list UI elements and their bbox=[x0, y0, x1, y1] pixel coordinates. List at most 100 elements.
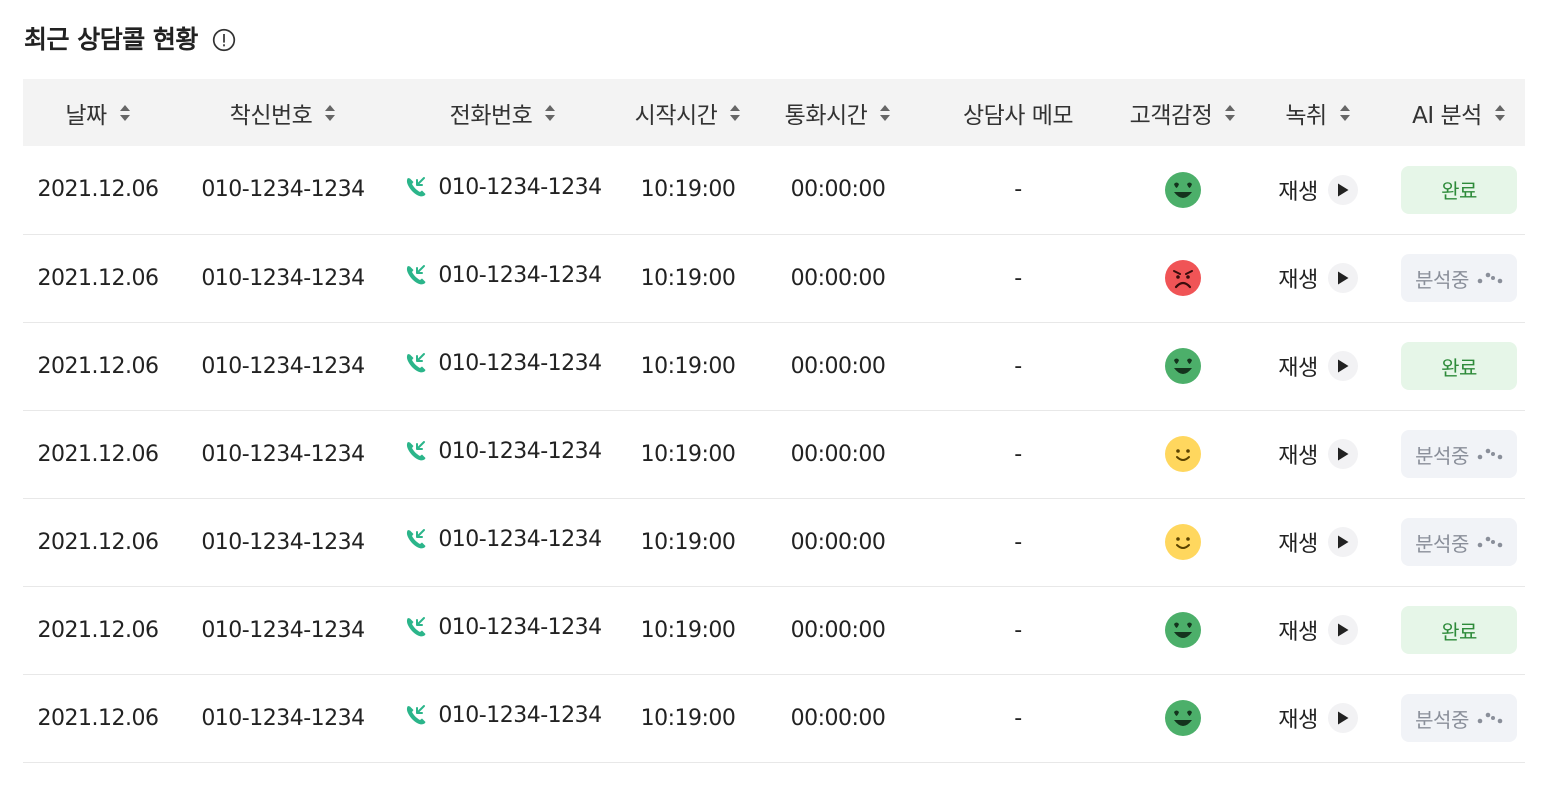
status-badge-analyzing[interactable]: 분석중 bbox=[1401, 694, 1517, 742]
cell-callee: 010-1234-1234 bbox=[173, 234, 393, 322]
cell-ai-analysis: 분석중 bbox=[1393, 410, 1525, 498]
cell-date: 2021.12.06 bbox=[23, 234, 173, 322]
cell-duration: 00:00:00 bbox=[763, 498, 913, 586]
cell-callee: 010-1234-1234 bbox=[173, 586, 393, 674]
neutral-face-icon bbox=[1165, 524, 1201, 560]
cell-emotion bbox=[1123, 586, 1243, 674]
cell-recording: 재생 bbox=[1243, 498, 1393, 586]
play-recording-button[interactable]: 재생 bbox=[1278, 614, 1358, 646]
column-header-label: 통화시간 bbox=[784, 102, 868, 129]
cell-start-time: 10:19:00 bbox=[613, 322, 763, 410]
loading-dots-icon bbox=[1477, 447, 1503, 461]
status-label: 분석중 bbox=[1415, 267, 1469, 292]
table-row[interactable]: 2021.12.06 010-1234-1234 010-1234-1234 10:1… bbox=[23, 234, 1525, 322]
play-recording-button[interactable]: 재생 bbox=[1278, 438, 1358, 470]
play-label: 재생 bbox=[1278, 620, 1318, 645]
phone-number: 010-1234-1234 bbox=[438, 702, 602, 728]
cell-ai-analysis: 분석중 bbox=[1393, 674, 1525, 762]
table-row[interactable]: 2021.12.06 010-1234-1234 010-1234-1234 10:1… bbox=[23, 146, 1525, 234]
cell-callee: 010-1234-1234 bbox=[173, 410, 393, 498]
cell-ai-analysis: 완료 bbox=[1393, 322, 1525, 410]
status-badge-analyzing[interactable]: 분석중 bbox=[1401, 518, 1517, 566]
cell-start-time: 10:19:00 bbox=[613, 410, 763, 498]
cell-callee: 010-1234-1234 bbox=[173, 498, 393, 586]
incoming-call-icon bbox=[404, 703, 428, 727]
cell-phone: 010-1234-1234 bbox=[393, 322, 613, 410]
table-row[interactable]: 2021.12.06 010-1234-1234 010-1234-1234 10:1… bbox=[23, 586, 1525, 674]
play-label: 재생 bbox=[1278, 268, 1318, 293]
start-time-text: 10:19:00 bbox=[640, 441, 736, 467]
callee-number: 010-1234-1234 bbox=[201, 441, 365, 467]
play-recording-button[interactable]: 재생 bbox=[1278, 262, 1358, 294]
play-icon[interactable] bbox=[1327, 263, 1358, 293]
column-header-start[interactable]: 시작시간 bbox=[613, 79, 763, 146]
angry-face-icon bbox=[1165, 260, 1201, 296]
sort-icon[interactable] bbox=[1494, 104, 1506, 122]
table-row[interactable]: 2021.12.06 010-1234-1234 010-1234-1234 10:1… bbox=[23, 498, 1525, 586]
callee-number: 010-1234-1234 bbox=[201, 705, 365, 731]
column-header-duration[interactable]: 통화시간 bbox=[763, 79, 913, 146]
play-icon[interactable] bbox=[1327, 351, 1358, 381]
column-header-ai-analysis[interactable]: AI 분석 bbox=[1393, 79, 1525, 146]
status-badge-analyzing[interactable]: 분석중 bbox=[1401, 430, 1517, 478]
play-label: 재생 bbox=[1278, 532, 1318, 557]
sort-icon[interactable] bbox=[729, 104, 741, 122]
cell-phone: 010-1234-1234 bbox=[393, 234, 613, 322]
incoming-call-icon bbox=[404, 175, 428, 199]
cell-recording: 재생 bbox=[1243, 674, 1393, 762]
table-row[interactable]: 2021.12.06 010-1234-1234 010-1234-1234 10:1… bbox=[23, 410, 1525, 498]
status-badge-done[interactable]: 완료 bbox=[1401, 606, 1517, 654]
column-header-label: 전화번호 bbox=[449, 102, 533, 129]
duration-text: 00:00:00 bbox=[790, 441, 886, 467]
sort-icon[interactable] bbox=[879, 104, 891, 122]
date-text: 2021.12.06 bbox=[37, 177, 159, 203]
start-time-text: 10:19:00 bbox=[640, 705, 736, 731]
play-icon[interactable] bbox=[1327, 703, 1358, 733]
cell-phone: 010-1234-1234 bbox=[393, 674, 613, 762]
play-recording-button[interactable]: 재생 bbox=[1278, 526, 1358, 558]
sort-icon[interactable] bbox=[324, 104, 336, 122]
status-badge-analyzing[interactable]: 분석중 bbox=[1401, 254, 1517, 302]
memo-text: - bbox=[1014, 529, 1022, 555]
play-icon[interactable] bbox=[1327, 439, 1358, 469]
table-row[interactable]: 2021.12.06 010-1234-1234 010-1234-1234 10:1… bbox=[23, 322, 1525, 410]
status-badge-done[interactable]: 완료 bbox=[1401, 342, 1517, 390]
cell-memo: - bbox=[913, 498, 1123, 586]
cell-recording: 재생 bbox=[1243, 322, 1393, 410]
sort-icon[interactable] bbox=[1224, 104, 1236, 122]
date-text: 2021.12.06 bbox=[37, 529, 159, 555]
play-icon[interactable] bbox=[1327, 615, 1358, 645]
happy-face-icon bbox=[1165, 171, 1201, 208]
column-header-label: 녹취 bbox=[1285, 102, 1327, 129]
info-circle-icon[interactable] bbox=[212, 26, 236, 52]
play-recording-button[interactable]: 재생 bbox=[1278, 350, 1358, 382]
cell-memo: - bbox=[913, 410, 1123, 498]
cell-duration: 00:00:00 bbox=[763, 674, 913, 762]
sort-icon[interactable] bbox=[544, 104, 556, 122]
column-header-emotion[interactable]: 고객감정 bbox=[1123, 79, 1243, 146]
column-header-recording[interactable]: 녹취 bbox=[1243, 79, 1393, 146]
column-header-phone[interactable]: 전화번호 bbox=[393, 79, 613, 146]
cell-recording: 재생 bbox=[1243, 234, 1393, 322]
play-recording-button[interactable]: 재생 bbox=[1278, 702, 1358, 734]
sort-icon[interactable] bbox=[1339, 104, 1351, 122]
play-icon[interactable] bbox=[1327, 527, 1358, 557]
column-header-label: 시작시간 bbox=[634, 102, 718, 129]
table-row[interactable]: 2021.12.06 010-1234-1234 010-1234-1234 10:1… bbox=[23, 674, 1525, 762]
start-time-text: 10:19:00 bbox=[640, 617, 736, 643]
memo-text: - bbox=[1014, 705, 1022, 731]
cell-start-time: 10:19:00 bbox=[613, 498, 763, 586]
play-recording-button[interactable]: 재생 bbox=[1278, 174, 1358, 206]
status-badge-done[interactable]: 완료 bbox=[1401, 165, 1517, 214]
play-icon[interactable] bbox=[1327, 174, 1358, 205]
start-time-text: 10:19:00 bbox=[640, 529, 736, 555]
callee-number: 010-1234-1234 bbox=[201, 353, 365, 379]
date-text: 2021.12.06 bbox=[37, 265, 159, 291]
sort-icon[interactable] bbox=[119, 104, 131, 122]
column-header-callee[interactable]: 착신번호 bbox=[173, 79, 393, 146]
date-text: 2021.12.06 bbox=[37, 617, 159, 643]
happy-face-icon bbox=[1165, 612, 1201, 648]
column-header-label: 고객감정 bbox=[1129, 102, 1213, 129]
column-header-date[interactable]: 날짜 bbox=[23, 79, 173, 146]
phone-number: 010-1234-1234 bbox=[438, 262, 602, 288]
